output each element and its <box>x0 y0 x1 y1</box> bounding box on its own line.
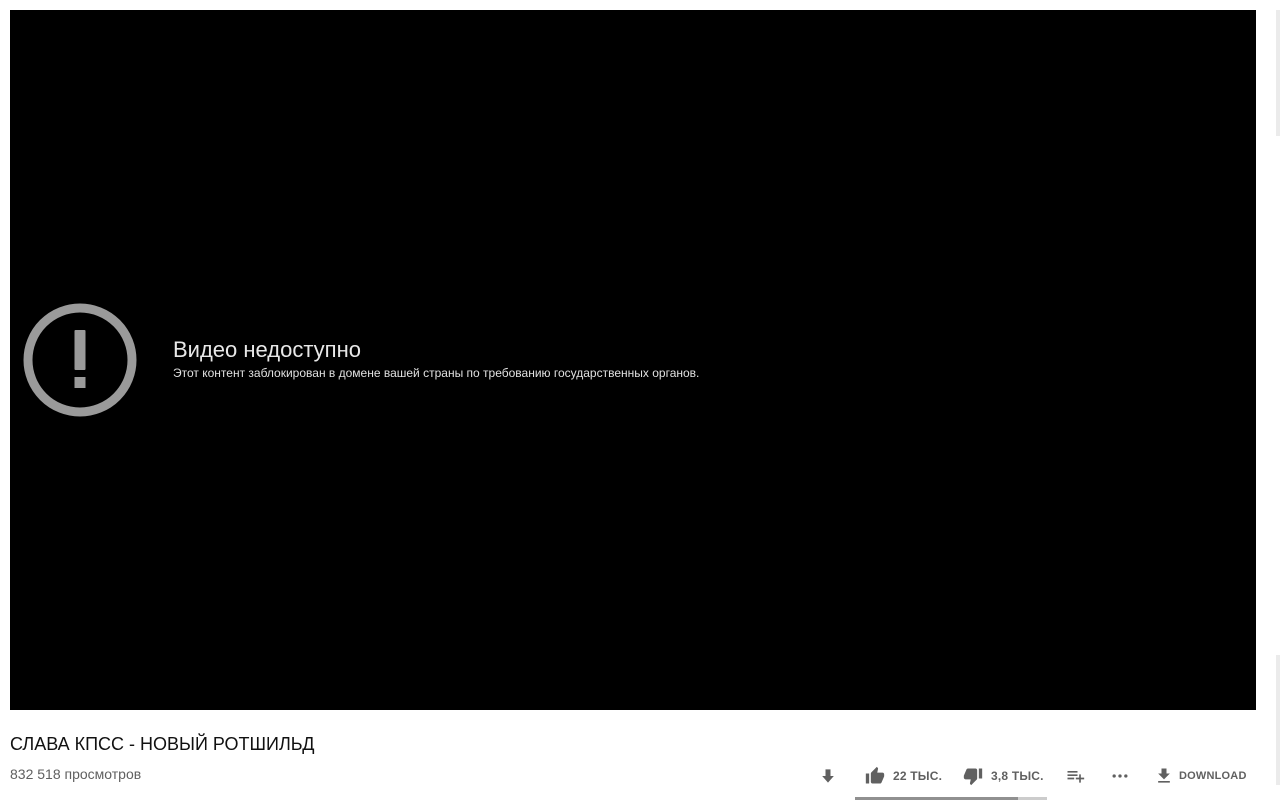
download-icon <box>1158 768 1170 783</box>
download-button[interactable]: DOWNLOAD <box>1154 762 1247 790</box>
like-button[interactable]: 22 ТЫС. <box>865 762 942 790</box>
thumbs-down-icon <box>963 768 983 786</box>
add-to-playlist-button[interactable] <box>1065 762 1085 790</box>
error-title: Видео недоступно <box>173 337 361 362</box>
save-video-button[interactable] <box>818 762 838 790</box>
download-label: DOWNLOAD <box>1179 770 1247 782</box>
video-title: СЛАВА КПСС - НОВЫЙ РОТШИЛЬД <box>10 734 315 754</box>
download-arrow-icon <box>822 769 834 783</box>
playlist-add-icon <box>1067 771 1085 783</box>
error-subtitle: Этот контент заблокирован в домене вашей… <box>173 366 700 380</box>
video-page: Видео недоступно Этот контент заблокиров… <box>0 0 1280 800</box>
more-horizontal-icon <box>1112 774 1128 778</box>
video-actions: 22 ТЫС. 3,8 ТЫС. DOWNLOAD <box>0 762 1280 792</box>
dislike-count: 3,8 ТЫС. <box>991 769 1044 783</box>
video-player[interactable]: Видео недоступно Этот контент заблокиров… <box>10 10 1256 710</box>
sidebar-edge <box>1276 10 1280 136</box>
player-error-message: Видео недоступно Этот контент заблокиров… <box>173 337 699 381</box>
more-actions-button[interactable] <box>1110 762 1130 790</box>
dislike-button[interactable]: 3,8 ТЫС. <box>963 762 1044 790</box>
thumbs-up-icon <box>865 766 885 784</box>
alert-circle-icon <box>23 303 137 417</box>
like-count: 22 ТЫС. <box>893 769 943 783</box>
